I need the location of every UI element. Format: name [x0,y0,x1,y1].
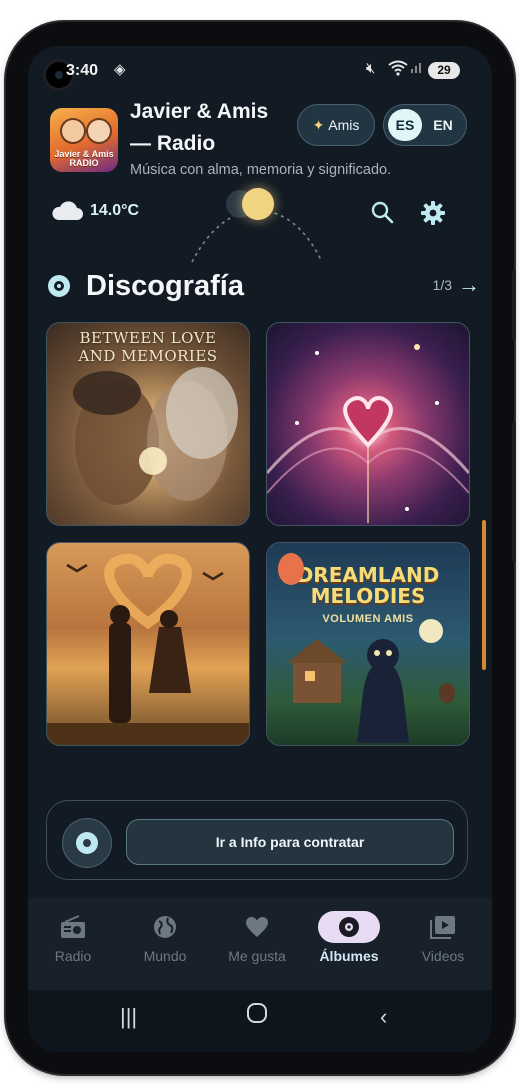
album-art [278,553,455,743]
discography-header: Discografía [48,264,472,308]
system-navigation-bar: ||| ‹ [28,990,492,1052]
nav-item-albumes[interactable]: Álbumes [304,910,394,964]
nav-item-me-gusta[interactable]: Me gusta [212,910,302,964]
disc-icon [62,818,112,868]
mute-icon: 🔇︎ [366,60,376,77]
app-logo: Javier & Amis RADIO [50,108,118,172]
signal-icon [410,60,424,78]
album-card[interactable] [266,322,470,526]
app-subtitle: Música con alma, memoria y significado. [130,162,392,178]
video-icon [430,916,455,939]
album-art [47,553,249,745]
page-indicator: 1/3 [432,277,452,293]
sparkle-icon: ✦ [312,116,325,133]
radio-icon [61,915,85,938]
volume-button [512,270,516,340]
status-time: 3:40 [66,62,99,79]
album-card[interactable]: BETWEEN LOVE AND MEMORIES [46,322,250,526]
album-card[interactable] [46,542,250,746]
lang-en[interactable]: EN [426,109,460,141]
album-art [73,367,238,505]
album-card[interactable]: DREAMLAND MELODIES VOLUMEN AMIS [266,542,470,746]
nav-item-mundo[interactable]: Mundo [120,910,210,964]
location-icon: ◈ [114,61,126,78]
app-title: Javier & Amis — Radio [130,100,269,155]
contract-info-button[interactable]: Ir a Info para contratar [126,819,454,865]
back-icon[interactable]: ‹ [380,1004,387,1030]
next-page-arrow-icon[interactable]: → [458,272,480,298]
bottom-navigation: Radio Mundo Me gusta Álbumes Videos [28,898,492,990]
language-toggle[interactable]: ES EN [383,104,467,146]
album-art [267,344,469,523]
amis-button[interactable]: ✦ Amis [297,104,375,146]
album-icon [339,917,359,937]
disc-icon [48,275,70,297]
status-bar: 3:40 ◈ 🔇︎ 29 [28,46,492,94]
app-screen: 3:40 ◈ 🔇︎ 29 Javier & Amis RADIO Javier &… [28,46,492,1052]
cloud-icon [52,201,83,220]
nav-item-radio[interactable]: Radio [28,910,118,964]
search-icon[interactable] [368,198,398,228]
theme-toggle[interactable] [224,186,280,222]
lang-es[interactable]: ES [388,109,422,141]
globe-icon [154,916,176,938]
power-button [512,422,516,562]
heart-icon [246,917,268,937]
section-title: Discografía [86,269,244,302]
recent-apps-icon[interactable]: ||| [120,1004,137,1030]
wifi-icon [388,60,408,80]
gear-icon[interactable] [418,198,448,228]
home-icon[interactable] [246,1002,268,1030]
battery-indicator: 29 [428,62,460,79]
weather-widget: 14.0°C [50,200,139,222]
scroll-indicator[interactable] [482,520,486,670]
temperature: 14.0°C [90,202,140,219]
nav-item-videos[interactable]: Videos [398,910,488,964]
